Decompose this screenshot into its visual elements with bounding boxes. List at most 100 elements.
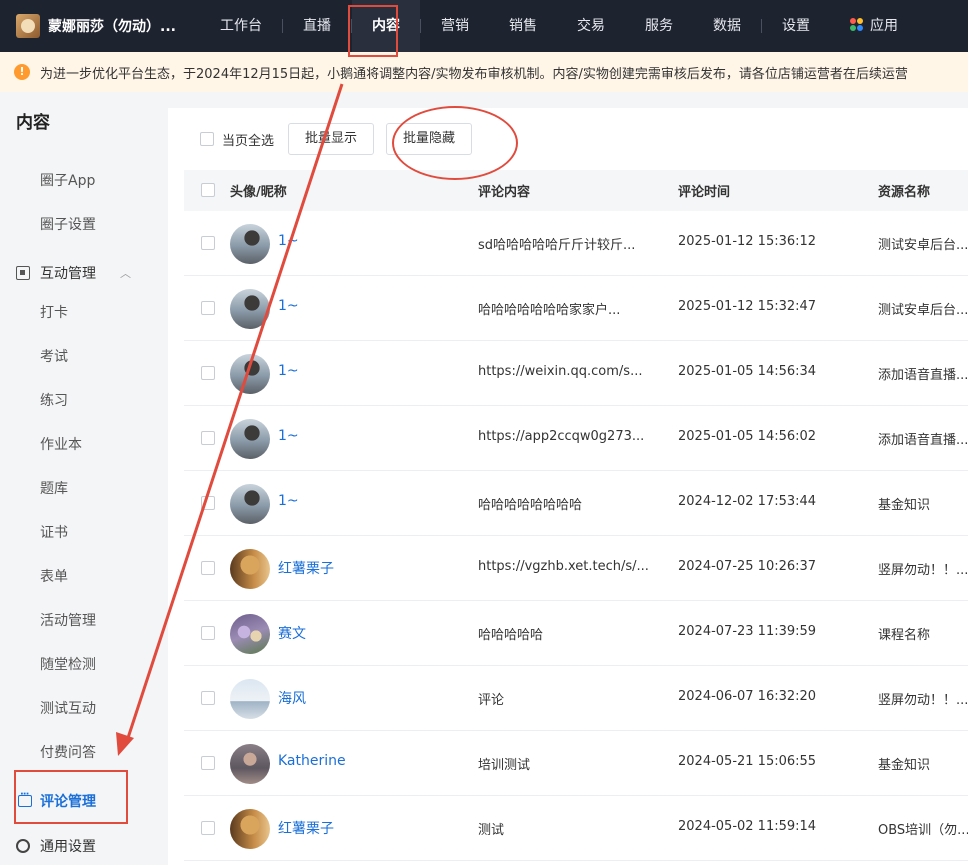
user-nickname[interactable]: 1~ <box>278 233 299 249</box>
resource-name: OBS培训（勿... <box>878 823 968 838</box>
table-row: Katherine 培训测试 2024-05-21 15:06:55 基金知识 <box>184 731 968 796</box>
sidebar-item-paid-qa[interactable]: 付费问答 <box>40 742 96 762</box>
comment-content: 评论 <box>478 693 505 708</box>
resource-name: 竖屏勿动！！... <box>878 563 968 578</box>
table-row: 1~ sd哈哈哈哈哈斤斤计较斤... 2025-01-12 15:36:12 测试安卓… <box>184 211 968 276</box>
comment-content: 哈哈哈哈哈 <box>478 628 544 643</box>
table-row: 赛文 哈哈哈哈哈 2024-07-23 11:39:59 课程名称 <box>184 601 968 666</box>
main-panel: 当页全选 批量显示 批量隐藏 头像/昵称 评论内容 评论时间 资源名称 1~ sd… <box>168 108 968 865</box>
sidebar-item-question-bank[interactable]: 题库 <box>40 478 68 498</box>
nav-sales[interactable]: 销售 <box>489 0 557 52</box>
sidebar-item-circle-settings[interactable]: 圈子设置 <box>40 214 96 234</box>
row-checkbox[interactable] <box>201 756 215 770</box>
table-row: 1~ 哈哈哈哈哈哈哈哈 2024-12-02 17:53:44 基金知识 <box>184 471 968 536</box>
avatar <box>230 419 270 459</box>
apps-icon <box>850 18 864 32</box>
user-nickname[interactable]: 1~ <box>278 428 299 444</box>
user-nickname[interactable]: 1~ <box>278 493 299 509</box>
nav-service[interactable]: 服务 <box>625 0 693 52</box>
comment-content: https://app2ccqw0g273... <box>478 429 645 444</box>
row-checkbox[interactable] <box>201 691 215 705</box>
table-row: 红薯栗子 https://vgzhb.xet.tech/s/... 2024-07-… <box>184 536 968 601</box>
main-nav: 工作台 直播 内容 营销 销售 交易 服务 数据 设置 应用 <box>200 0 918 52</box>
sidebar: 内容 圈子App 圈子设置 互动管理 ︿ 打卡 考试 练习 作业本 题库 证书 … <box>0 92 166 865</box>
sidebar-item-test-interaction[interactable]: 测试互动 <box>40 698 96 718</box>
user-nickname[interactable]: 红薯栗子 <box>278 818 334 838</box>
row-checkbox[interactable] <box>201 496 215 510</box>
nav-settings[interactable]: 设置 <box>762 0 830 52</box>
comment-content: 哈哈哈哈哈哈哈哈 <box>478 498 583 513</box>
shop-logo <box>16 14 40 38</box>
gear-icon <box>16 839 30 853</box>
comment-content: https://weixin.qq.com/s... <box>478 364 643 379</box>
user-nickname[interactable]: 1~ <box>278 298 299 314</box>
comment-time: 2025-01-05 14:56:02 <box>678 429 817 444</box>
comment-content: 测试 <box>478 823 505 838</box>
select-all-checkbox[interactable] <box>200 132 214 146</box>
notice-text: 为进一步优化平台生态，于2024年12月15日起，小鹅通将调整内容/实物发布审核… <box>40 66 908 82</box>
chevron-up-icon: ︿ <box>120 267 131 280</box>
table-row: 红薯栗子 测试 2024-05-02 11:59:14 OBS培训（勿... <box>184 796 968 861</box>
comment-time: 2025-01-05 14:56:34 <box>678 364 817 379</box>
table-row: 1~ https://app2ccqw0g273... 2025-01-05 14:… <box>184 406 968 471</box>
annotation-box-comment <box>14 770 128 824</box>
sidebar-title: 内容 <box>16 113 50 133</box>
batch-show-button[interactable]: 批量显示 <box>288 123 375 155</box>
comment-time: 2024-05-21 15:06:55 <box>678 754 817 769</box>
sidebar-item-exam[interactable]: 考试 <box>40 346 68 366</box>
row-checkbox[interactable] <box>201 561 215 575</box>
user-nickname[interactable]: 海风 <box>278 688 306 708</box>
nav-apps-label: 应用 <box>870 18 898 34</box>
sidebar-item-activity[interactable]: 活动管理 <box>40 610 96 630</box>
avatar <box>230 549 270 589</box>
user-nickname[interactable]: 红薯栗子 <box>278 558 334 578</box>
sidebar-item-homework[interactable]: 作业本 <box>40 434 82 454</box>
user-nickname[interactable]: 赛文 <box>278 623 306 643</box>
nav-trade[interactable]: 交易 <box>557 0 625 52</box>
nav-workbench[interactable]: 工作台 <box>200 0 282 52</box>
header-checkbox[interactable] <box>201 183 215 197</box>
select-all-label: 当页全选 <box>222 133 275 149</box>
col-resource: 资源名称 <box>878 185 931 200</box>
interaction-icon <box>16 266 30 280</box>
nav-apps[interactable]: 应用 <box>830 0 918 52</box>
avatar <box>230 289 270 329</box>
sidebar-group-interaction[interactable]: 互动管理 ︿ <box>16 263 131 283</box>
sidebar-item-circle-app[interactable]: 圈子App <box>40 170 95 190</box>
table-row: 1~ https://weixin.qq.com/s... 2025-01-05 1… <box>184 341 968 406</box>
general-settings-label: 通用设置 <box>40 839 96 855</box>
avatar <box>230 484 270 524</box>
row-checkbox[interactable] <box>201 301 215 315</box>
resource-name: 基金知识 <box>878 758 931 773</box>
shop-switcher[interactable]: 蒙娜丽莎（勿动）... <box>0 14 200 38</box>
nav-live[interactable]: 直播 <box>283 0 351 52</box>
comment-content: 哈哈哈哈哈哈哈家家户... <box>478 303 621 318</box>
sidebar-item-quiz[interactable]: 随堂检测 <box>40 654 96 674</box>
row-checkbox[interactable] <box>201 626 215 640</box>
sidebar-item-form[interactable]: 表单 <box>40 566 68 586</box>
sidebar-item-general-settings[interactable]: 通用设置 <box>16 836 96 856</box>
comment-time: 2025-01-12 15:36:12 <box>678 234 817 249</box>
sidebar-item-checkin[interactable]: 打卡 <box>40 302 68 322</box>
avatar <box>230 744 270 784</box>
user-nickname[interactable]: Katherine <box>278 753 346 769</box>
resource-name: 添加语音直播... <box>878 433 968 448</box>
row-checkbox[interactable] <box>201 236 215 250</box>
nav-marketing[interactable]: 营销 <box>421 0 489 52</box>
sidebar-item-practice[interactable]: 练习 <box>40 390 68 410</box>
avatar <box>230 809 270 849</box>
row-checkbox[interactable] <box>201 366 215 380</box>
sidebar-group-label: 互动管理 <box>40 266 96 282</box>
nav-data[interactable]: 数据 <box>693 0 761 52</box>
row-checkbox[interactable] <box>201 821 215 835</box>
comment-time: 2024-06-07 16:32:20 <box>678 689 817 704</box>
table-header: 头像/昵称 评论内容 评论时间 资源名称 <box>184 170 968 211</box>
row-checkbox[interactable] <box>201 431 215 445</box>
comment-content: https://vgzhb.xet.tech/s/... <box>478 559 649 574</box>
table-row: 1~ 哈哈哈哈哈哈哈家家户... 2025-01-12 15:32:47 测试安卓后台… <box>184 276 968 341</box>
user-nickname[interactable]: 1~ <box>278 363 299 379</box>
notice-banner: ! 为进一步优化平台生态，于2024年12月15日起，小鹅通将调整内容/实物发布… <box>0 52 968 92</box>
comment-time: 2024-07-23 11:39:59 <box>678 624 817 639</box>
sidebar-item-certificate[interactable]: 证书 <box>40 522 68 542</box>
resource-name: 添加语音直播... <box>878 368 968 383</box>
